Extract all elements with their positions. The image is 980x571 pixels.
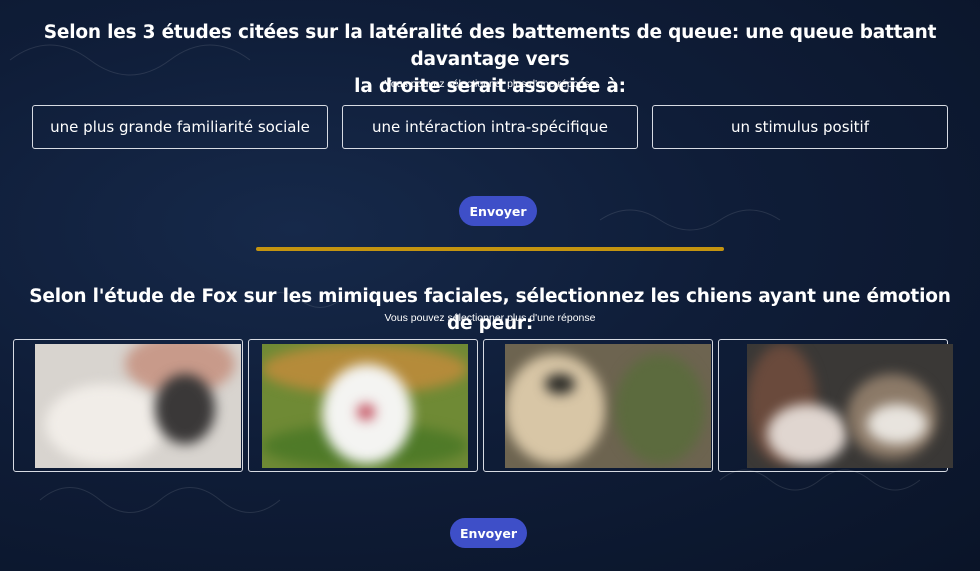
question1-subtitle: Vous pouvez sélectionner plus d'une répo… <box>384 78 596 90</box>
dog-photo-1-icon <box>35 344 241 468</box>
image-option-1[interactable] <box>13 339 243 472</box>
dog-photo-3-icon <box>505 344 711 468</box>
answer-option-label: un stimulus positif <box>730 118 870 136</box>
answer-option-2[interactable]: une intéraction intra-spécifique <box>342 105 638 149</box>
submit-button-2[interactable]: Envoyer <box>450 518 527 548</box>
question2-title: Selon l'étude de Fox sur les mimiques fa… <box>29 286 951 334</box>
dog-photo-2-icon <box>262 344 468 468</box>
submit-button-label: Envoyer <box>469 203 527 219</box>
image-option-3[interactable] <box>483 339 713 472</box>
image-option-4[interactable] <box>718 339 953 472</box>
image-option-2[interactable] <box>248 339 478 472</box>
submit-button-label: Envoyer <box>460 525 517 541</box>
question2-subtitle: Vous pouvez sélectionner plus d'une répo… <box>384 312 596 324</box>
answer-option-1[interactable]: une plus grande familiarité sociale <box>32 105 328 149</box>
question1-title-line1: Selon les 3 études citées sur la latéral… <box>43 22 937 70</box>
submit-button-1[interactable]: Envoyer <box>459 196 537 226</box>
answer-option-label: une intéraction intra-spécifique <box>372 118 608 136</box>
dog-photo-4-icon <box>747 344 953 468</box>
answer-option-label: une plus grande familiarité sociale <box>50 118 310 136</box>
section-divider <box>256 247 724 251</box>
answer-option-3[interactable]: un stimulus positif <box>652 105 948 149</box>
